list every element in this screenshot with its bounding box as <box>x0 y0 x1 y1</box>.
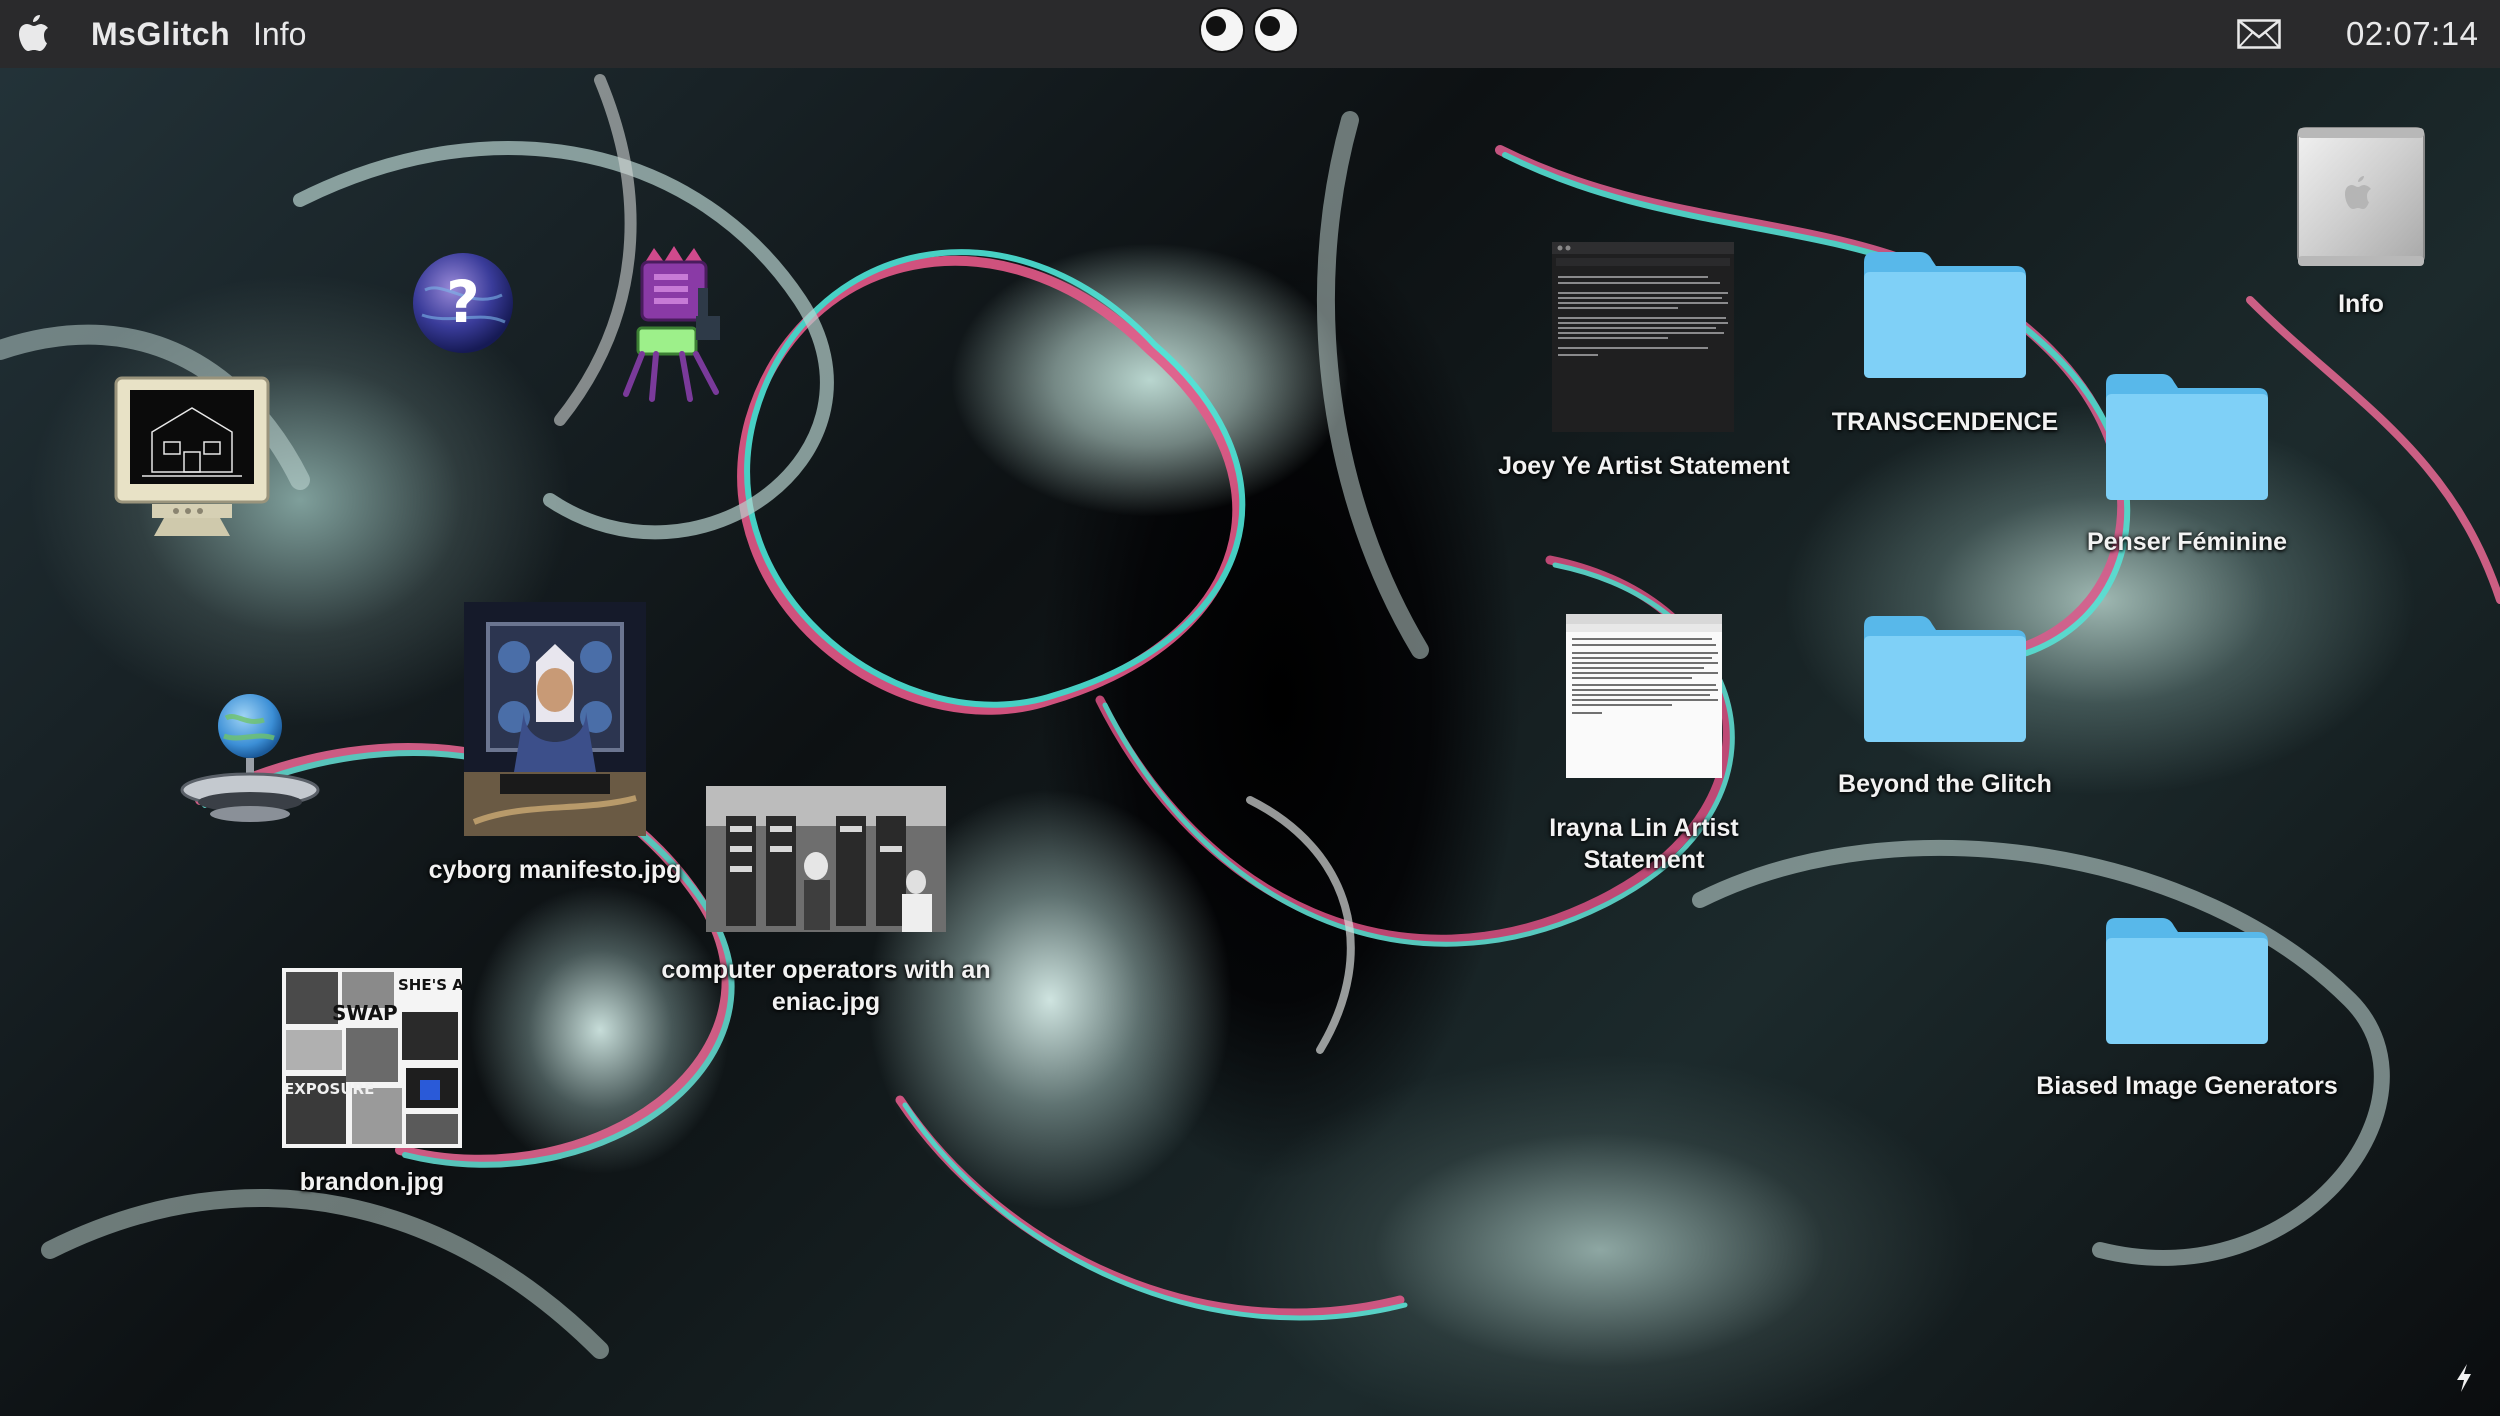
joey-document-icon[interactable] <box>1552 242 1734 432</box>
irayna-document-label: Irayna Lin Artist Statement <box>1549 814 1739 874</box>
glitch-swirl-pattern <box>0 74 2500 1359</box>
folder-icon-biased-image-generators[interactable] <box>2102 912 2272 1048</box>
menu-clock: 02:07:14 <box>2346 15 2479 52</box>
eniac-label: computer operators with an eniac.jpg <box>661 956 991 1016</box>
brandon-swap-text: SWAP <box>332 1001 398 1025</box>
cyborg-manifesto-image-icon[interactable] <box>464 602 646 836</box>
lightning-icon[interactable] <box>2455 1364 2473 1392</box>
desktop-wallpaper <box>0 0 2500 1416</box>
folder-icon-penser-feminine[interactable] <box>2102 368 2272 504</box>
globe-ufo-icon[interactable] <box>176 692 324 838</box>
menu-bar: MsGlitch Info 02:07:14 <box>0 0 2500 68</box>
info-menu[interactable]: Info <box>253 16 306 53</box>
folder-label-penser-feminine: Penser Féminine <box>2086 528 2288 556</box>
brandon-label: brandon.jpg <box>299 1168 445 1196</box>
retro-computer-icon[interactable] <box>112 372 272 542</box>
hard-drive-label: Info <box>2338 290 2384 318</box>
brandon-exposure-text: EXPOSURE <box>284 1080 374 1098</box>
irayna-document-icon[interactable] <box>1566 614 1722 778</box>
folder-icon-beyond-the-glitch[interactable] <box>1860 610 2030 746</box>
folder-label-biased-image-generators: Biased Image Generators <box>2036 1072 2338 1100</box>
apple-icon[interactable] <box>14 12 54 56</box>
folder-label-transcendence: TRANSCENDENCE <box>1831 408 2059 436</box>
app-name-menu[interactable]: MsGlitch <box>91 16 230 53</box>
svg-text:?: ? <box>446 268 480 336</box>
brandon-shes-text: SHE'S A HE <box>398 976 462 994</box>
help-globe-icon[interactable]: ? <box>410 250 516 356</box>
joey-document-label: Joey Ye Artist Statement <box>1498 452 1790 480</box>
googly-eyes-icon <box>1199 7 1299 53</box>
hard-drive-icon[interactable] <box>2292 124 2430 272</box>
folder-label-beyond-the-glitch: Beyond the Glitch <box>1838 770 2052 798</box>
brandon-image-icon[interactable]: SWAP SHE'S A HE EXPOSURE <box>282 968 462 1148</box>
cyborg-manifesto-label: cyborg manifesto.jpg <box>428 856 682 884</box>
eniac-image-icon[interactable] <box>706 786 946 932</box>
robot-icon[interactable] <box>612 244 736 404</box>
folder-icon-transcendence[interactable] <box>1860 246 2030 382</box>
mail-icon[interactable] <box>2237 19 2281 49</box>
